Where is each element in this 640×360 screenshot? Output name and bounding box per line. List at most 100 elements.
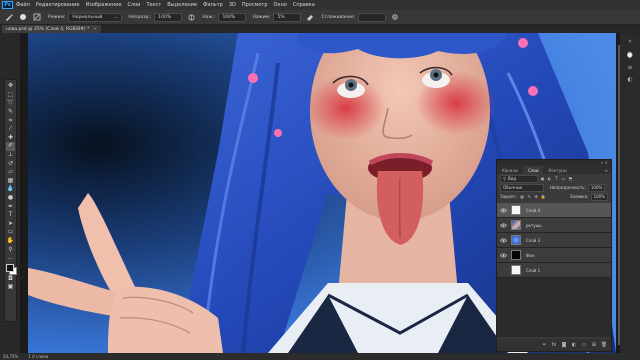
layer-opacity-input[interactable]: 100% [587, 183, 606, 192]
press-input[interactable]: 100% [218, 12, 247, 22]
menu-filter[interactable]: Фильтр [203, 2, 223, 8]
layer-row-retouch[interactable]: ретушь [497, 218, 611, 233]
chevron-down-icon: ⌄ [114, 14, 119, 20]
smoothing-settings-icon[interactable] [390, 13, 400, 22]
menu-layers[interactable]: Слои [127, 2, 140, 8]
link-icon[interactable]: ⚭ [540, 341, 548, 349]
lasso-tool-icon[interactable]: ➰ [6, 99, 15, 108]
opacity-input[interactable]: 100% [154, 12, 183, 22]
zoom-tool-icon[interactable]: ⚲ [6, 245, 15, 254]
move-tool-icon[interactable]: ✥ [6, 82, 15, 91]
press-value: 100% [222, 14, 236, 20]
eyedropper-tool-icon[interactable]: ⁄ [6, 125, 15, 134]
filter-pixel-icon[interactable]: ▣ [540, 176, 545, 181]
menu-image[interactable]: Изображение [85, 2, 121, 8]
pen-tool-icon[interactable]: ✒ [6, 202, 15, 211]
close-icon[interactable]: × [93, 27, 97, 32]
airbrush-icon[interactable] [305, 13, 315, 22]
quick-mask-icon[interactable]: ◘ [6, 274, 15, 283]
layer-row-layer-1[interactable]: Слой 1 [497, 263, 611, 278]
path-selection-tool-icon[interactable]: ➤ [6, 220, 15, 229]
layer-filter-value: Вид [507, 176, 517, 181]
filter-shape-icon[interactable]: ▭ [561, 176, 566, 181]
eye-hidden-icon[interactable] [499, 266, 507, 274]
clone-stamp-tool-icon[interactable]: ⊥ [6, 151, 15, 160]
history-brush-tool-icon[interactable]: ↺ [6, 159, 15, 168]
healing-brush-tool-icon[interactable]: ✚ [6, 134, 15, 143]
adjustment-icon[interactable]: ◐ [570, 341, 578, 349]
color-swatches[interactable] [5, 264, 17, 276]
eraser-tool-icon[interactable]: ▱ [6, 168, 15, 177]
eye-icon[interactable] [499, 221, 507, 229]
tab-channels[interactable]: Каналы [497, 166, 523, 174]
fill-input[interactable]: 100% [590, 192, 608, 201]
layer-row-background[interactable]: Фон [497, 248, 611, 263]
brush-settings-icon[interactable] [32, 13, 42, 22]
flow-label: Нажим: [252, 14, 271, 20]
mask-icon[interactable]: ◙ [560, 341, 568, 349]
pressure-opacity-icon[interactable] [186, 13, 196, 22]
menu-view[interactable]: Просмотр [242, 2, 268, 8]
blend-mode-select[interactable]: Обычные [500, 183, 544, 192]
type-tool-icon[interactable]: T [6, 211, 15, 220]
panel-menu-icon[interactable]: ≡ [605, 166, 608, 174]
history-icon[interactable]: ⌚ [626, 52, 634, 59]
adjustments-icon[interactable]: ◐ [626, 76, 634, 83]
properties-icon[interactable]: ≡ [626, 64, 634, 71]
more-tools-icon[interactable]: … [6, 254, 15, 263]
dodge-tool-icon[interactable]: ● [6, 194, 15, 203]
collapse-panels-icon[interactable]: « [626, 38, 634, 45]
document-tab[interactable]: нова.psd @ 25% (Слой 4, RGB/8#) * × [2, 25, 102, 33]
trash-icon[interactable]: 🗑 [600, 341, 608, 349]
gradient-tool-icon[interactable]: ▦ [6, 177, 15, 186]
crop-tool-icon[interactable]: ⌗ [6, 116, 15, 125]
brush-tool-preset-icon[interactable] [4, 13, 14, 22]
filter-smart-icon[interactable]: ⬒ [568, 176, 573, 181]
menu-file[interactable]: Файл [16, 2, 30, 8]
flow-input[interactable]: 5% [273, 12, 302, 22]
new-layer-icon[interactable]: ⊞ [590, 341, 598, 349]
vertical-scrollbar[interactable] [618, 45, 620, 345]
blur-tool-icon[interactable]: 💧 [6, 185, 15, 194]
screen-mode-icon[interactable]: ▣ [6, 283, 15, 292]
mode-select[interactable]: Нормальный ⌄ [68, 12, 123, 22]
fx-icon[interactable]: fx [550, 341, 558, 349]
menu-select[interactable]: Выделение [167, 2, 197, 8]
folder-icon[interactable]: ▭ [580, 341, 588, 349]
document-info[interactable]: 1 0 слоев [28, 354, 48, 359]
lock-transparent-icon[interactable]: ▦ [520, 194, 525, 199]
brush-tool-icon[interactable]: ✐ [6, 142, 15, 151]
layer-thumbnail [511, 265, 521, 275]
layer-opacity-value: 100% [590, 185, 603, 190]
layer-name: ретушь [526, 222, 542, 228]
filter-type-icon[interactable]: T [554, 176, 559, 181]
photoshop-logo[interactable]: Ps [2, 1, 13, 9]
menu-3d[interactable]: 3D [229, 2, 236, 8]
quick-select-tool-icon[interactable]: ✎ [6, 108, 15, 117]
filter-adjustment-icon[interactable]: ◐ [547, 176, 552, 181]
menu-text[interactable]: Текст [146, 2, 161, 8]
eye-icon[interactable] [499, 236, 507, 244]
layer-row-layer-3[interactable]: Слой 3 [497, 233, 611, 248]
menu-edit[interactable]: Редактирование [36, 2, 80, 8]
tab-paths[interactable]: Контуры [543, 166, 571, 174]
zoom-level[interactable]: 24,75% [3, 354, 18, 359]
eye-icon[interactable] [499, 251, 507, 259]
lock-all-icon[interactable]: 🔒 [541, 194, 546, 199]
rectangle-tool-icon[interactable]: ▭ [6, 228, 15, 237]
tab-layers[interactable]: Слои [523, 166, 544, 174]
menu-window[interactable]: Окно [274, 2, 287, 8]
lock-pixels-icon[interactable]: ✎ [527, 194, 532, 199]
hand-tool-icon[interactable]: ✋ [6, 237, 15, 246]
menu-help[interactable]: Справка [293, 2, 315, 8]
brush-size-icon[interactable] [18, 13, 28, 22]
eye-icon[interactable] [499, 206, 507, 214]
options-bar: Режим: Нормальный ⌄ Непрозр.: 100% Наж.: … [0, 10, 640, 25]
tools-panel: ✥ ⬚ ➰ ✎ ⌗ ⁄ ✚ ✐ ⊥ ↺ ▱ ▦ 💧 ● ✒ T ➤ ▭ ✋ ⚲ … [4, 79, 17, 322]
marquee-tool-icon[interactable]: ⬚ [6, 91, 15, 100]
foreground-color-swatch[interactable] [5, 264, 14, 273]
lock-position-icon[interactable]: ✥ [534, 194, 539, 199]
layer-filter-select[interactable]: ⚲ Вид [500, 174, 538, 183]
layer-row-layer-4[interactable]: Слой 4 [497, 203, 611, 218]
smoothing-input[interactable] [358, 12, 387, 22]
